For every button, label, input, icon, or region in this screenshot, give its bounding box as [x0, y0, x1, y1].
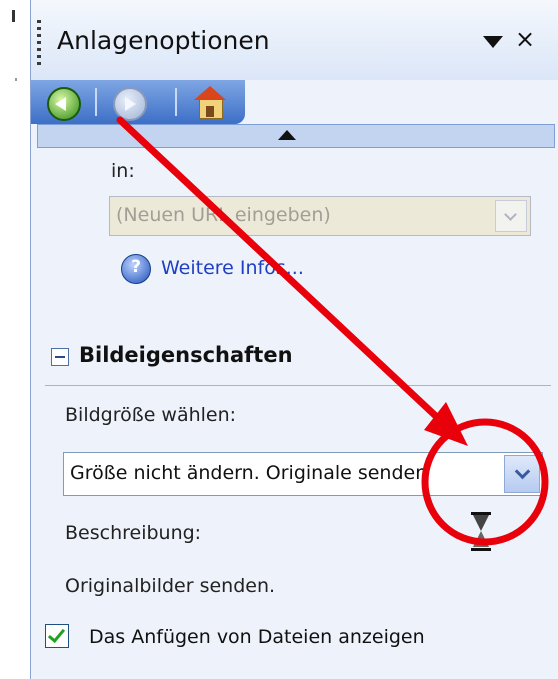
document-edge-tick [15, 78, 17, 81]
task-pane-titlebar: Anlagenoptionen × [31, 0, 558, 80]
image-size-value: Größe nicht ändern. Originale senden [70, 462, 428, 484]
image-properties-header: Bildeigenschaften [45, 325, 551, 386]
task-pane: Anlagenoptionen × in: (Neuen URL eingebe… [30, 0, 558, 679]
description-value: Originalbilder senden. [65, 575, 276, 597]
document-edge [0, 0, 30, 679]
url-combobox: (Neuen URL eingeben) [109, 196, 531, 236]
url-placeholder: (Neuen URL eingeben) [116, 204, 331, 226]
toolbar-separator [175, 88, 177, 116]
chevron-down-icon[interactable] [504, 455, 540, 493]
show-attachments-checkbox[interactable] [45, 624, 69, 648]
task-pane-menu-icon[interactable] [483, 36, 503, 48]
image-properties-title: Bildeigenschaften [79, 343, 293, 367]
close-button[interactable]: × [515, 24, 535, 54]
back-arrow-icon[interactable] [47, 87, 81, 121]
toolbar-separator [95, 88, 97, 116]
scroll-up-bar[interactable] [37, 124, 555, 148]
navigation-toolbar [31, 80, 245, 124]
collapse-section-icon[interactable] [51, 348, 69, 366]
drag-grip-icon[interactable] [37, 20, 41, 66]
url-dropdown-button [495, 200, 527, 232]
help-icon[interactable]: ? [121, 254, 151, 284]
more-info-link[interactable]: Weitere Infos... [161, 257, 304, 279]
image-size-select[interactable]: Größe nicht ändern. Originale senden [63, 452, 543, 496]
task-pane-title: Anlagenoptionen [57, 26, 270, 55]
document-edge-mark [12, 10, 15, 22]
forward-arrow-icon [113, 87, 147, 121]
show-attachments-label[interactable]: Das Anfügen von Dateien anzeigen [89, 626, 425, 648]
scroll-up-icon [278, 130, 296, 140]
description-label: Beschreibung: [65, 522, 202, 544]
home-icon[interactable] [194, 86, 226, 119]
image-size-label: Bildgröße wählen: [65, 404, 237, 426]
hourglass-cursor-icon [471, 512, 491, 552]
in-label: in: [111, 160, 135, 182]
